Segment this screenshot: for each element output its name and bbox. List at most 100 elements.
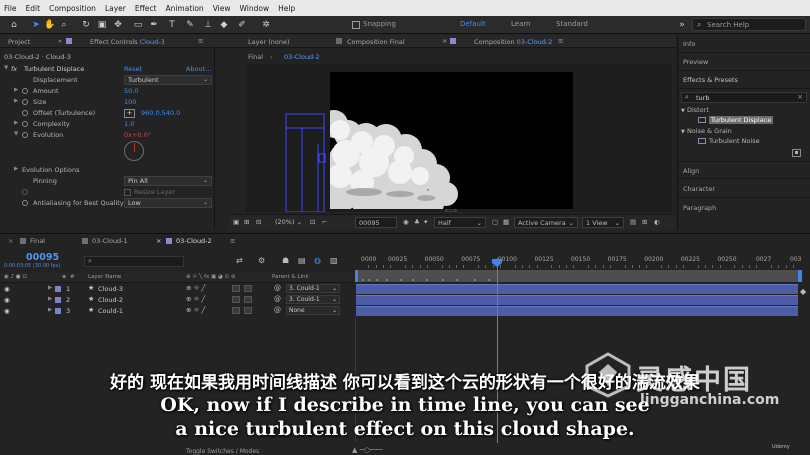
- hand-tool-icon[interactable]: ✋: [44, 19, 56, 31]
- menu-effect[interactable]: Effect: [135, 4, 157, 13]
- menu-composition[interactable]: Composition: [49, 4, 96, 13]
- effect-turbulent-displace[interactable]: Turbulent Displace: [698, 116, 774, 124]
- draft-3d-icon[interactable]: ⚙: [258, 256, 265, 265]
- workspace-standard[interactable]: Standard: [556, 20, 588, 28]
- preview-panel-tab[interactable]: Preview: [678, 53, 810, 71]
- timeline-tab-cloud-1[interactable]: 03-Cloud-1: [82, 237, 128, 245]
- layer-duration-bar[interactable]: [356, 306, 798, 316]
- timeline-search-field[interactable]: ⌕: [84, 256, 184, 267]
- expand-triangle-icon[interactable]: ▶: [48, 296, 52, 302]
- expand-triangle-icon[interactable]: ▶: [48, 285, 52, 291]
- panel-menu-icon[interactable]: ≡: [198, 37, 203, 45]
- fit-icon[interactable]: ⊡: [310, 218, 315, 226]
- about-link[interactable]: About...: [186, 65, 211, 73]
- expand-triangle-icon[interactable]: ▶: [14, 98, 18, 104]
- expand-triangle-icon[interactable]: ▶: [14, 120, 18, 126]
- fx-icon[interactable]: fx: [11, 65, 17, 73]
- align-panel-tab[interactable]: Align: [678, 161, 810, 179]
- layer-name[interactable]: Cloud-2: [98, 296, 123, 304]
- blend-switch[interactable]: [232, 296, 240, 303]
- new-bin-icon[interactable]: ▪: [792, 149, 801, 157]
- collapse-triangle-icon[interactable]: ▼: [14, 131, 18, 137]
- snapping-checkbox[interactable]: [352, 21, 360, 29]
- effect-turbulent-noise[interactable]: Turbulent Noise: [698, 137, 760, 145]
- viewer-breadcrumb-final[interactable]: Final: [248, 53, 263, 61]
- timeline-tab-cloud-2[interactable]: 03-Cloud-2: [166, 237, 212, 245]
- region-of-interest-icon[interactable]: ▢: [492, 218, 498, 226]
- menu-help[interactable]: Help: [278, 4, 295, 13]
- rotate-tool-icon[interactable]: ↻: [80, 19, 92, 31]
- evolution-value[interactable]: 0x+0.0°: [124, 131, 151, 139]
- expand-triangle-icon[interactable]: ▶: [14, 87, 18, 93]
- show-snapshot-icon[interactable]: ♣: [414, 218, 420, 226]
- brush-tool-icon[interactable]: ✎: [184, 19, 196, 31]
- 3d-switch[interactable]: [244, 307, 252, 314]
- zoom-out-mountain-icon[interactable]: ▲ ─○───: [352, 446, 383, 454]
- panel-menu-icon[interactable]: ≡: [558, 37, 563, 45]
- menu-view[interactable]: View: [213, 4, 231, 13]
- layer-duration-bar[interactable]: [356, 295, 798, 305]
- 3d-switch[interactable]: [244, 296, 252, 303]
- crosshair-icon[interactable]: +: [124, 109, 135, 118]
- displacement-dropdown[interactable]: Turbulent ⌄: [124, 75, 212, 85]
- workspace-learn[interactable]: Learn: [511, 20, 531, 28]
- tab-layer[interactable]: Layer (none): [248, 38, 289, 46]
- paragraph-panel-tab[interactable]: Paragraph: [678, 199, 810, 217]
- layer-name-column[interactable]: Layer Name: [88, 274, 121, 280]
- stopwatch-icon[interactable]: [22, 121, 28, 127]
- visibility-eye-icon[interactable]: ◉: [4, 307, 10, 315]
- expand-chevron-icon[interactable]: »: [58, 37, 62, 45]
- search-help-field[interactable]: ⌕ Search Help: [692, 18, 806, 31]
- layer-row[interactable]: ◉ ▶ 2 ★ Cloud-2 ⊕ ☼ ╱ @ 3. Could-1 ⌄: [0, 295, 354, 305]
- clear-search-icon[interactable]: ×: [797, 93, 803, 101]
- eraser-tool-icon[interactable]: ◆: [218, 19, 230, 31]
- size-value[interactable]: 100: [124, 98, 136, 106]
- expand-triangle-icon[interactable]: ▶: [14, 166, 18, 172]
- visibility-eye-icon[interactable]: ◉: [4, 296, 10, 304]
- close-icon[interactable]: ×: [442, 37, 447, 45]
- work-area-end-handle[interactable]: [798, 270, 802, 282]
- work-area-start-handle[interactable]: [355, 270, 358, 282]
- layer-name[interactable]: Could-1: [98, 307, 123, 315]
- grid-icon[interactable]: ⊞: [244, 218, 249, 226]
- reset-link[interactable]: Reset: [124, 65, 142, 73]
- selection-tool-icon[interactable]: ➤: [30, 19, 42, 31]
- layer-switches[interactable]: ⊕ ☼ ╱: [186, 295, 205, 303]
- work-area-bar[interactable]: [356, 270, 798, 282]
- timeline-timecode[interactable]: 00095: [26, 252, 59, 263]
- rectangle-tool-icon[interactable]: ▭: [132, 19, 144, 31]
- stopwatch-icon[interactable]: [22, 200, 28, 206]
- clone-stamp-tool-icon[interactable]: ⊥: [202, 19, 214, 31]
- layer-name[interactable]: Cloud-3: [98, 285, 123, 293]
- close-icon[interactable]: ×: [156, 237, 161, 245]
- tab-effect-controls[interactable]: Effect Controls Cloud-3: [90, 38, 165, 46]
- color-channel-icon[interactable]: ✦: [423, 218, 428, 226]
- camera-tool-icon[interactable]: ▣: [96, 19, 108, 31]
- effects-presets-panel-tab[interactable]: Effects & Presets: [678, 71, 810, 89]
- render-icon[interactable]: ▤: [630, 218, 636, 226]
- label-color-swatch[interactable]: [55, 297, 61, 303]
- always-preview-icon[interactable]: ▣: [233, 218, 239, 226]
- parent-dropdown[interactable]: 3. Could-1 ⌄: [286, 295, 340, 304]
- resize-layer-checkbox[interactable]: [124, 189, 131, 196]
- timeline-tab-final[interactable]: Final: [20, 237, 45, 245]
- antialiasing-dropdown[interactable]: Low ⌄: [124, 198, 212, 208]
- evolution-angle-dial[interactable]: [124, 141, 144, 161]
- stopwatch-icon[interactable]: [22, 110, 28, 116]
- layer-switches[interactable]: ⊕ ☼ ╱: [186, 306, 205, 314]
- view-layout-dropdown[interactable]: 1 View ⌄: [582, 217, 624, 228]
- pick-whip-icon[interactable]: @: [274, 295, 281, 303]
- viewer-timecode[interactable]: 00095: [355, 217, 397, 228]
- complexity-value[interactable]: 1.0: [124, 120, 134, 128]
- zoom-tool-icon[interactable]: ⌕: [58, 19, 70, 31]
- comp-mini-flowchart-icon[interactable]: ⇄: [236, 256, 243, 265]
- tab-composition-final[interactable]: Composition Final: [347, 38, 405, 46]
- roto-brush-tool-icon[interactable]: ✐: [236, 19, 248, 31]
- panel-menu-icon[interactable]: ≡: [230, 237, 235, 245]
- amount-value[interactable]: 50.0: [124, 87, 138, 95]
- toggle-switches-modes[interactable]: Toggle Switches / Modes: [186, 448, 259, 455]
- current-time-indicator-icon[interactable]: ◆: [800, 287, 806, 296]
- menu-animation[interactable]: Animation: [165, 4, 203, 13]
- parent-link-column[interactable]: Parent & Link: [272, 274, 309, 280]
- layer-switches[interactable]: ⊕ ☼ ╱: [186, 284, 205, 292]
